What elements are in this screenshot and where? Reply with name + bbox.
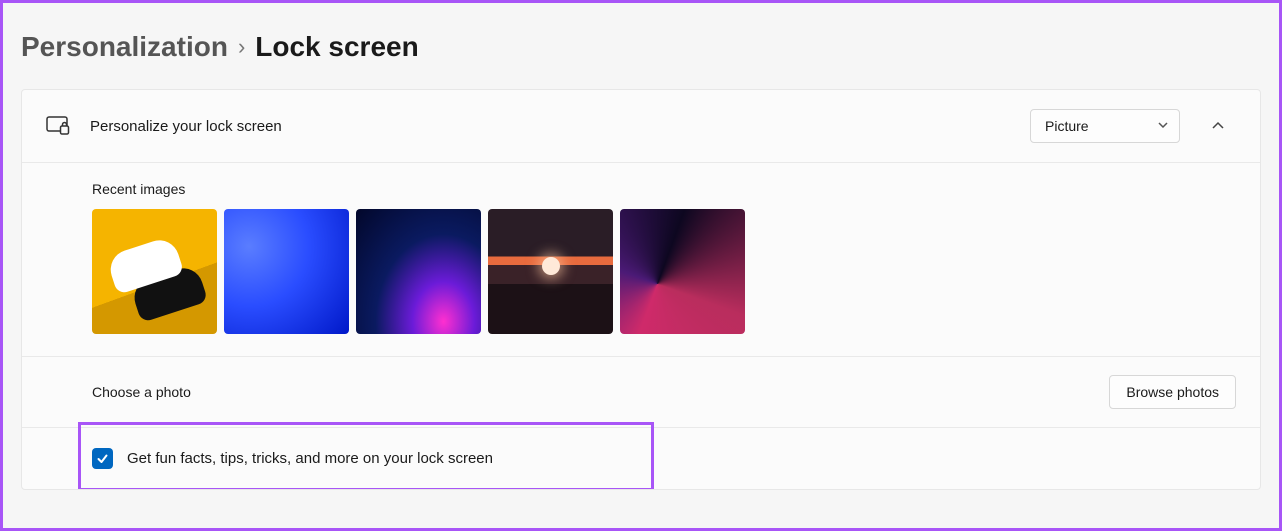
chevron-right-icon: ›: [238, 34, 245, 60]
choose-photo-row: Choose a photo Browse photos: [22, 357, 1260, 428]
collapse-button[interactable]: [1200, 108, 1236, 144]
background-type-select[interactable]: Picture: [1030, 109, 1180, 143]
recent-images-section: Recent images: [22, 163, 1260, 357]
chevron-down-icon: [1157, 118, 1169, 134]
recent-image-thumbnail[interactable]: [620, 209, 745, 334]
lock-screen-icon: [46, 114, 70, 138]
recent-image-thumbnail[interactable]: [356, 209, 481, 334]
fun-facts-checkbox[interactable]: [92, 448, 113, 469]
personalize-title: Personalize your lock screen: [90, 118, 282, 135]
recent-image-thumbnail[interactable]: [224, 209, 349, 334]
recent-image-thumbnail[interactable]: [92, 209, 217, 334]
recent-images-list: [92, 209, 1236, 334]
fun-facts-row: Get fun facts, tips, tricks, and more on…: [22, 428, 1260, 489]
check-icon: [96, 452, 109, 465]
fun-facts-label: Get fun facts, tips, tricks, and more on…: [127, 450, 493, 467]
choose-photo-label: Choose a photo: [92, 384, 191, 400]
recent-image-thumbnail[interactable]: [488, 209, 613, 334]
breadcrumb: Personalization › Lock screen: [21, 31, 1261, 63]
page-title: Lock screen: [255, 31, 418, 63]
browse-photos-button[interactable]: Browse photos: [1109, 375, 1236, 409]
breadcrumb-parent[interactable]: Personalization: [21, 31, 228, 63]
lock-screen-card: Personalize your lock screen Picture Rec…: [21, 89, 1261, 490]
personalize-row: Personalize your lock screen Picture: [22, 90, 1260, 163]
recent-images-label: Recent images: [92, 181, 1236, 197]
chevron-up-icon: [1211, 119, 1225, 133]
background-type-value: Picture: [1045, 118, 1089, 134]
